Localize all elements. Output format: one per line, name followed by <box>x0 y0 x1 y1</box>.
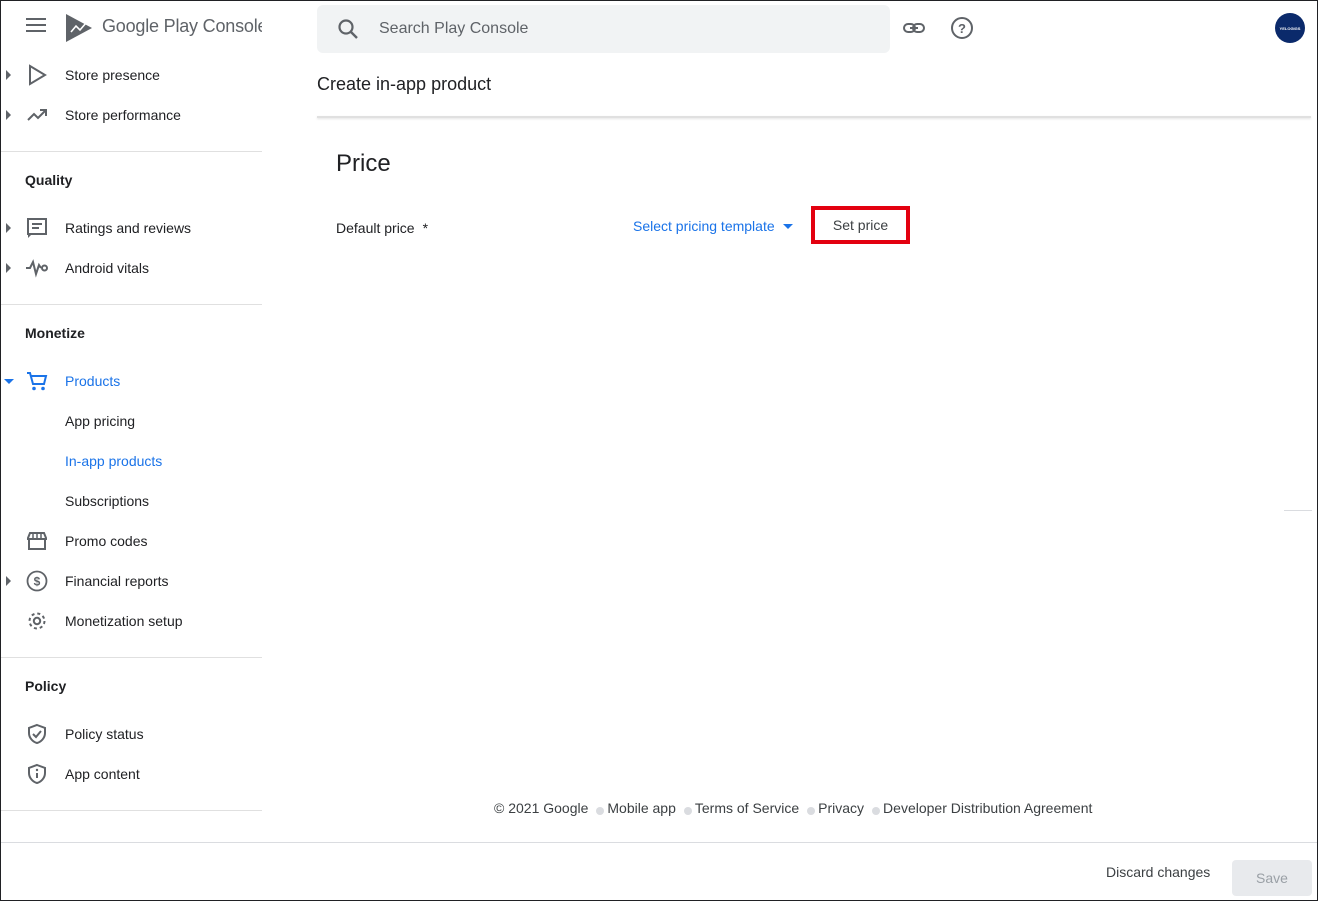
sidebar-item-label: Policy status <box>65 726 144 742</box>
discard-changes-button[interactable]: Discard changes <box>1098 861 1218 883</box>
default-price-label: Default price * <box>336 220 428 236</box>
svg-text:$: $ <box>34 575 41 589</box>
separator-dot <box>683 807 692 815</box>
dropdown-arrow-icon <box>782 223 793 229</box>
svg-text:?: ? <box>958 21 966 36</box>
sidebar-item-label: Android vitals <box>65 260 150 276</box>
sidebar-item-label: Ratings and reviews <box>65 220 192 236</box>
expand-caret-icon <box>6 70 11 80</box>
sidebar-item-promo-codes[interactable]: Promo codes <box>0 521 262 561</box>
play-outline-icon <box>25 63 49 87</box>
review-icon <box>25 216 49 240</box>
sidebar-item-label: App pricing <box>65 413 136 429</box>
sidebar-item-label: Subscriptions <box>65 493 150 509</box>
sidebar-item-store-presence[interactable]: Store presence <box>0 55 262 95</box>
cart-icon <box>25 369 49 393</box>
help-icon[interactable]: ? <box>950 16 974 40</box>
sidebar-divider <box>0 657 262 658</box>
store-icon <box>25 529 49 553</box>
footer-link-privacy[interactable]: Privacy <box>818 800 864 816</box>
section-title-monetize: Monetize <box>25 325 85 341</box>
sidebar-divider <box>0 304 262 305</box>
sidebar-item-label: In-app products <box>65 453 163 469</box>
trending-up-icon <box>25 103 49 127</box>
sidebar-item-android-vitals[interactable]: Android vitals <box>0 248 262 288</box>
sidebar-item-in-app-products[interactable]: In-app products <box>0 441 262 481</box>
dollar-icon: $ <box>25 569 49 593</box>
sidebar-item-app-pricing[interactable]: App pricing <box>0 401 262 441</box>
separator-dot <box>807 807 816 815</box>
sidebar-item-monetization-setup[interactable]: Monetization setup <box>0 601 262 641</box>
brand-bar: Google Play Console <box>0 0 262 56</box>
select-pricing-template-dropdown[interactable]: Select pricing template <box>633 218 793 234</box>
shield-check-icon <box>25 722 49 746</box>
brand-name: Google Play Console <box>102 16 262 36</box>
sidebar-item-products[interactable]: Products <box>0 361 262 401</box>
separator-dot <box>596 807 605 815</box>
copyright: © 2021 Google <box>494 800 589 816</box>
sidebar-item-label: App content <box>65 766 140 782</box>
sidebar-item-store-performance[interactable]: Store performance <box>0 95 262 135</box>
footer: © 2021 Google Mobile app Terms of Servic… <box>494 800 1092 816</box>
page-title: Create in-app product <box>317 74 492 94</box>
expand-caret-icon <box>6 223 11 233</box>
footer-link-mobile-app[interactable]: Mobile app <box>607 800 676 816</box>
play-console-logo[interactable] <box>64 12 94 44</box>
search-bar[interactable] <box>317 5 890 53</box>
sidebar-item-financial-reports[interactable]: $ Financial reports <box>0 561 262 601</box>
gear-icon <box>25 609 49 633</box>
link-icon[interactable] <box>902 16 926 40</box>
sidebar-item-label: Products <box>65 373 121 389</box>
separator-dot <box>872 807 881 815</box>
required-marker: * <box>422 220 429 236</box>
default-price-label-text: Default price <box>336 220 415 236</box>
section-title-quality: Quality <box>25 172 73 188</box>
expand-caret-icon <box>6 576 11 586</box>
search-icon <box>338 19 358 39</box>
save-button[interactable]: Save <box>1232 860 1312 896</box>
sidebar-item-policy-status[interactable]: Policy status <box>0 714 262 754</box>
sidebar-item-subscriptions[interactable]: Subscriptions <box>0 481 262 521</box>
section-title-policy: Policy <box>25 678 67 694</box>
price-section-title: Price <box>336 150 391 177</box>
sidebar-divider <box>0 810 262 811</box>
expand-caret-icon <box>6 110 11 120</box>
shield-info-icon <box>25 762 49 786</box>
search-input[interactable] <box>379 17 859 41</box>
sidebar-item-label: Promo codes <box>65 533 148 549</box>
vitals-icon <box>25 256 49 280</box>
sidebar-item-label: Store presence <box>65 67 160 83</box>
sidebar-item-app-content[interactable]: App content <box>0 754 262 794</box>
sidebar-item-label: Monetization setup <box>65 613 183 629</box>
sidebar-item-label: Store performance <box>65 107 181 123</box>
collapse-caret-icon <box>4 378 14 384</box>
title-divider <box>317 116 1311 118</box>
sidebar-item-ratings-reviews[interactable]: Ratings and reviews <box>0 208 262 248</box>
expand-caret-icon <box>6 263 11 273</box>
scroll-marker <box>1284 510 1312 511</box>
footer-link-terms[interactable]: Terms of Service <box>695 800 799 816</box>
sidebar-item-label: Financial reports <box>65 573 169 589</box>
hamburger-menu-icon[interactable] <box>26 18 48 38</box>
account-avatar[interactable]: YELOGIGS <box>1275 13 1305 43</box>
sidebar-divider <box>0 151 262 152</box>
footer-link-dda[interactable]: Developer Distribution Agreement <box>883 800 1092 816</box>
pricing-template-label: Select pricing template <box>633 218 775 234</box>
sidebar: Google Play Console Store presence Store… <box>0 0 262 842</box>
action-bar: Discard changes Save <box>0 842 1318 901</box>
set-price-button[interactable]: Set price <box>811 206 910 244</box>
